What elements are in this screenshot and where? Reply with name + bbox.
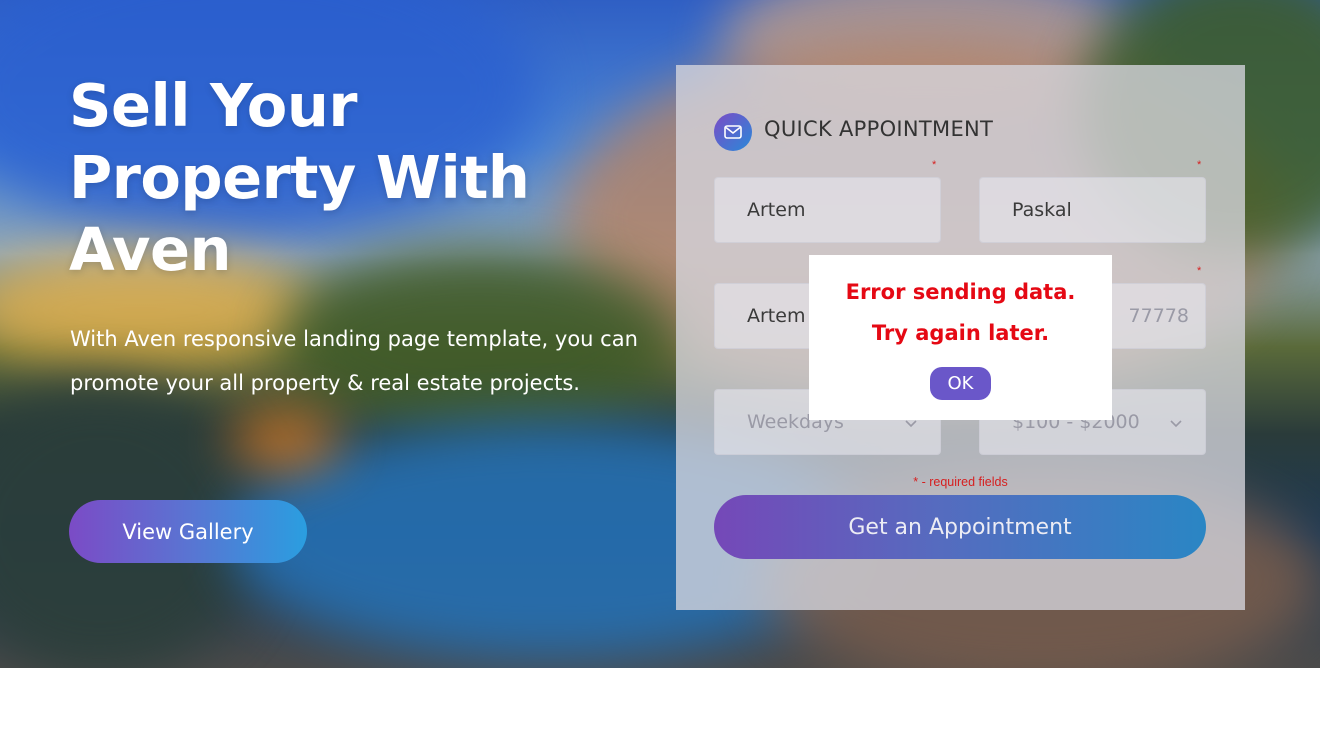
hero-title: Sell Your Property With Aven [69,71,530,284]
envelope-icon-glyph [724,125,742,139]
view-gallery-button[interactable]: View Gallery [69,500,307,563]
hero-section: Sell Your Property With Aven With Aven r… [0,0,1320,668]
background-firepit [230,410,340,470]
required-mark: * [932,159,937,171]
last-name-value: Paskal [1012,199,1072,221]
get-appointment-button[interactable]: Get an Appointment [714,495,1206,559]
ok-button[interactable]: OK [930,367,991,400]
last-name-field[interactable]: Paskal [979,177,1206,243]
envelope-icon [714,113,752,151]
chevron-down-icon [1170,420,1182,428]
error-message-line-2: Try again later. [871,321,1050,345]
first-name-value: Artem [747,199,806,221]
error-dialog: Error sending data. Try again later. OK [809,255,1112,420]
form-title: QUICK APPOINTMENT [764,117,994,141]
email-value: Artem [747,305,806,327]
phone-value: 77778 [1128,305,1189,327]
required-fields-note: * - required fields [913,475,1008,489]
hero-subtitle: With Aven responsive landing page templa… [70,327,638,395]
error-message-line-1: Error sending data. [845,280,1076,304]
first-name-field[interactable]: Artem [714,177,941,243]
required-mark: * [1197,159,1202,171]
required-mark: * [1197,265,1202,277]
